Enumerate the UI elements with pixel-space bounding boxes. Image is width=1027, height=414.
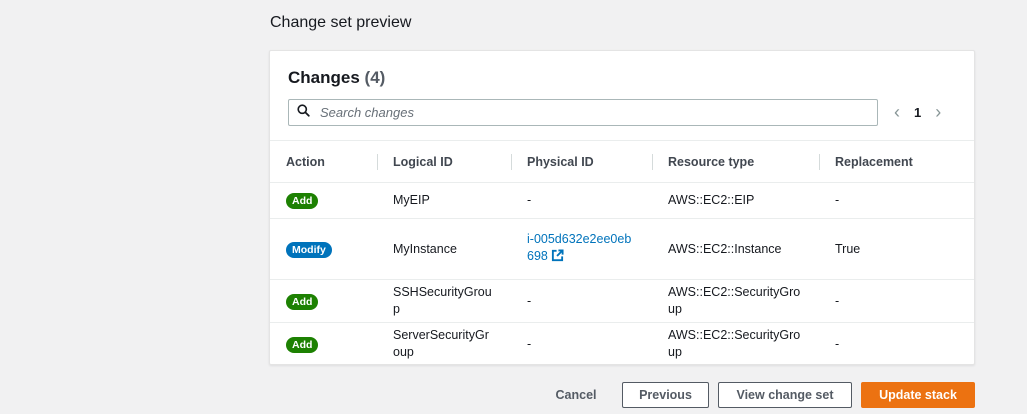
changes-header: Changes (4) <box>288 68 385 88</box>
logical-id-cell: MyInstance <box>377 218 511 280</box>
resource-type-cell: AWS::EC2::Instance <box>652 218 819 280</box>
action-badge: Modify <box>286 241 332 258</box>
table-row: Add ServerSecurityGroup - AWS::EC2::Secu… <box>270 323 974 366</box>
update-stack-button[interactable]: Update stack <box>861 382 975 408</box>
previous-button[interactable]: Previous <box>622 382 709 408</box>
section-title: Change set preview <box>270 14 412 31</box>
physical-id-cell: i-005d632e2ee0eb698 <box>511 218 652 280</box>
next-page-icon[interactable]: › <box>935 102 941 123</box>
changes-table: Action Logical ID Physical ID Resource t… <box>270 140 974 366</box>
physical-id-cell: - <box>511 182 652 219</box>
column-header-resource-type[interactable]: Resource type <box>652 140 819 183</box>
column-header-physical-id[interactable]: Physical ID <box>511 140 652 183</box>
pagination: ‹ 1 › <box>894 99 941 126</box>
resource-type-cell: AWS::EC2::EIP <box>652 182 819 219</box>
resource-type-cell: AWS::EC2::SecurityGroup <box>652 279 819 323</box>
resource-type-cell: AWS::EC2::SecurityGroup <box>668 328 801 360</box>
action-badge: Add <box>286 336 319 353</box>
table-header-row: Action Logical ID Physical ID Resource t… <box>270 140 974 183</box>
table-row: Add MyEIP - AWS::EC2::EIP - <box>270 182 974 219</box>
action-badge: Add <box>286 193 319 209</box>
changes-count: (4) <box>364 68 386 87</box>
logical-id-cell: MyEIP <box>377 182 511 219</box>
logical-id-cell: ServerSecurityGroup <box>393 328 489 360</box>
external-link-icon[interactable] <box>551 249 564 267</box>
changes-title: Changes <box>288 68 360 87</box>
action-badge: Add <box>286 293 319 310</box>
search-input[interactable] <box>318 104 858 121</box>
logical-id-cell: SSHSecurityGroup <box>377 279 511 323</box>
search-icon <box>297 103 310 122</box>
physical-id-cell: - <box>527 336 532 351</box>
table-row: Add SSHSecurityGroup - AWS::EC2::Securit… <box>270 279 974 323</box>
physical-id-link[interactable]: i-005d632e2ee0eb698 <box>527 232 631 263</box>
cancel-button[interactable]: Cancel <box>547 382 605 408</box>
replacement-cell: - <box>819 279 974 323</box>
physical-id-cell: - <box>511 279 652 323</box>
column-header-logical-id[interactable]: Logical ID <box>377 140 511 183</box>
search-box[interactable] <box>288 99 878 126</box>
view-change-set-button[interactable]: View change set <box>718 382 852 408</box>
table-row: Modify MyInstance i-005d632e2ee0eb698 AW… <box>270 218 974 280</box>
column-header-action[interactable]: Action <box>270 140 377 183</box>
column-header-replacement[interactable]: Replacement <box>819 140 974 183</box>
replacement-cell: True <box>819 218 974 280</box>
replacement-cell: - <box>835 336 840 351</box>
changes-panel: Changes (4) ‹ 1 › Action Logical ID Phys… <box>269 50 975 365</box>
previous-page-icon[interactable]: ‹ <box>894 102 900 123</box>
replacement-cell: - <box>819 182 974 219</box>
current-page-number[interactable]: 1 <box>914 105 921 120</box>
